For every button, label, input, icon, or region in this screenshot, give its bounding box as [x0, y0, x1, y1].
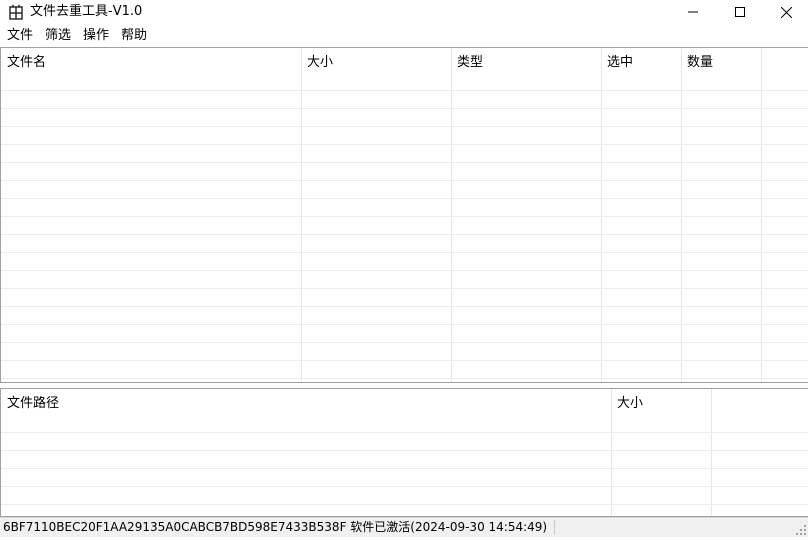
row-line [1, 234, 808, 235]
file-list-table[interactable]: 文件名 大小 类型 选中 数量 [0, 47, 808, 383]
row-line [1, 126, 808, 127]
title-bar[interactable]: 文件去重工具-V1.0 [0, 0, 808, 24]
column-header-type[interactable]: 类型 [451, 48, 601, 91]
menu-file[interactable]: 文件 [7, 26, 33, 46]
row-line [1, 90, 808, 91]
row-line [1, 360, 808, 361]
column-header-filepath[interactable]: 文件路径 [1, 389, 611, 432]
row-line [1, 324, 808, 325]
maximize-icon [735, 7, 745, 17]
menu-help[interactable]: 帮助 [121, 26, 147, 46]
close-button[interactable] [763, 0, 808, 24]
row-line [1, 198, 808, 199]
column-header-count[interactable]: 数量 [681, 48, 761, 91]
row-line [1, 378, 808, 379]
status-text: 6BF7110BEC20F1AA29135A0CABCB7BD598E7433B… [3, 520, 548, 534]
column-header-selected[interactable]: 选中 [601, 48, 681, 91]
app-icon [9, 4, 23, 20]
row-line [1, 216, 808, 217]
column-header-path-size[interactable]: 大小 [611, 389, 711, 432]
window-title: 文件去重工具-V1.0 [30, 4, 143, 19]
row-line [1, 486, 808, 487]
row-line [1, 450, 808, 451]
maximize-button[interactable] [717, 0, 763, 24]
row-line [1, 288, 808, 289]
menu-filter[interactable]: 筛选 [45, 26, 71, 46]
minimize-icon [688, 7, 698, 17]
close-icon [780, 6, 792, 18]
row-line [1, 306, 808, 307]
row-line [1, 342, 808, 343]
resize-grip-icon[interactable] [795, 524, 807, 536]
row-line [1, 144, 808, 145]
column-header-filename[interactable]: 文件名 [1, 48, 301, 91]
column-divider[interactable] [711, 389, 712, 516]
row-line [1, 108, 808, 109]
column-header-size[interactable]: 大小 [301, 48, 451, 91]
row-line [1, 270, 808, 271]
row-line [1, 468, 808, 469]
row-line [1, 162, 808, 163]
menu-bar: 文件 筛选 操作 帮助 [0, 26, 808, 46]
status-separator [554, 520, 555, 535]
row-line [1, 180, 808, 181]
minimize-button[interactable] [670, 0, 716, 24]
row-line [1, 432, 808, 433]
row-line [1, 504, 808, 505]
column-divider[interactable] [611, 389, 612, 516]
row-line [1, 252, 808, 253]
status-bar: 6BF7110BEC20F1AA29135A0CABCB7BD598E7433B… [0, 517, 808, 537]
path-list-table[interactable]: 文件路径 大小 [0, 388, 808, 517]
menu-operate[interactable]: 操作 [83, 26, 109, 46]
